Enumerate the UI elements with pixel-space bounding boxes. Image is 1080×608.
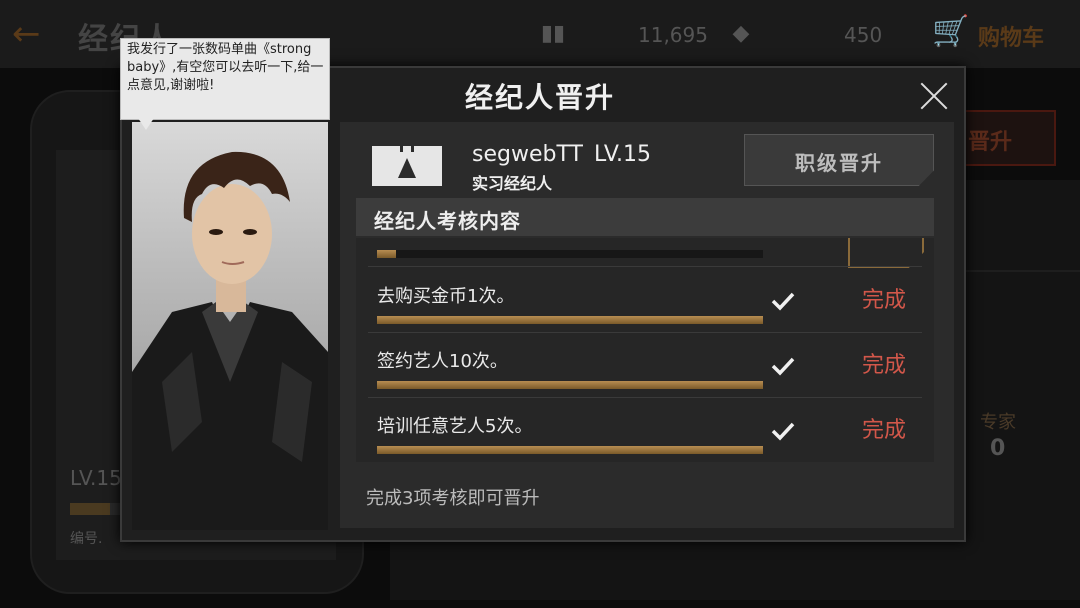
task-header-label: 经纪人考核内容 [374, 209, 521, 233]
task-goto-button[interactable] [848, 238, 924, 268]
bars-icon: ▮▮ [540, 21, 566, 46]
close-icon[interactable] [918, 80, 950, 112]
background-number-label: 编号. [70, 531, 103, 547]
player-rank: 实习经纪人 [472, 174, 553, 193]
task-status: 完成 [862, 288, 907, 313]
rank-promote-button[interactable]: 职级晋升 [744, 134, 934, 186]
task-list[interactable]: 去购买金币1次。 完成 签约艺人10次。 完成 培训任意艺人5次。 完成 [356, 238, 934, 462]
task-text: 去购买金币1次。 [377, 286, 515, 307]
rank-badge-icon [372, 142, 442, 186]
cart-icon: 🛒 [932, 14, 970, 49]
expert-value: 0 [990, 436, 1006, 461]
task-progress-fill [377, 446, 763, 454]
cart-label: 购物车 [978, 26, 1045, 51]
task-progress-fill [377, 316, 763, 324]
background-level: LV.15 [70, 466, 122, 490]
task-text: 签约艺人10次。 [377, 351, 508, 372]
footer-note: 完成3项考核即可晋升 [366, 488, 540, 509]
rank-promote-label: 职级晋升 [795, 151, 883, 175]
task-divider [368, 266, 922, 267]
cart-button[interactable]: 🛒 购物车 [932, 14, 1080, 54]
task-row [356, 238, 934, 268]
task-status: 完成 [862, 353, 907, 378]
task-text: 培训任意艺人5次。 [377, 416, 533, 437]
background-promote-label: 晋升 [968, 130, 1013, 155]
resource-diamond-value: 450 [844, 23, 883, 47]
task-progress-bar [377, 316, 763, 324]
character-portrait [132, 122, 328, 530]
speech-bubble: 我发行了一张数码单曲《strong baby》,有空您可以去听一下,给一点意见,… [120, 38, 330, 120]
task-row: 签约艺人10次。 完成 [356, 333, 934, 397]
background-progress-fill [70, 503, 110, 515]
speech-text: 我发行了一张数码单曲《strong baby》,有空您可以去听一下,给一点意见,… [127, 42, 324, 93]
task-progress-fill [377, 381, 763, 389]
check-icon [768, 416, 798, 446]
resource-bars-value: 11,695 [638, 23, 708, 47]
player-name: segwebTT [472, 142, 583, 167]
player-level: LV.15 [594, 142, 652, 167]
task-status: 完成 [862, 418, 907, 443]
task-progress-bar [377, 250, 763, 258]
task-progress-bar [377, 446, 763, 454]
back-arrow-icon[interactable]: ← [12, 14, 52, 54]
task-row: 培训任意艺人5次。 完成 [356, 398, 934, 462]
task-progress-fill [377, 250, 397, 258]
task-row: 去购买金币1次。 完成 [356, 268, 934, 332]
task-progress-bar [377, 381, 763, 389]
character-illustration [132, 151, 328, 530]
check-icon [768, 286, 798, 316]
task-header: 经纪人考核内容 [356, 198, 934, 236]
expert-label: 专家 [980, 412, 1016, 433]
check-icon [768, 351, 798, 381]
speech-bubble-tail [138, 118, 154, 130]
diamond-icon: ◆ [732, 21, 750, 46]
